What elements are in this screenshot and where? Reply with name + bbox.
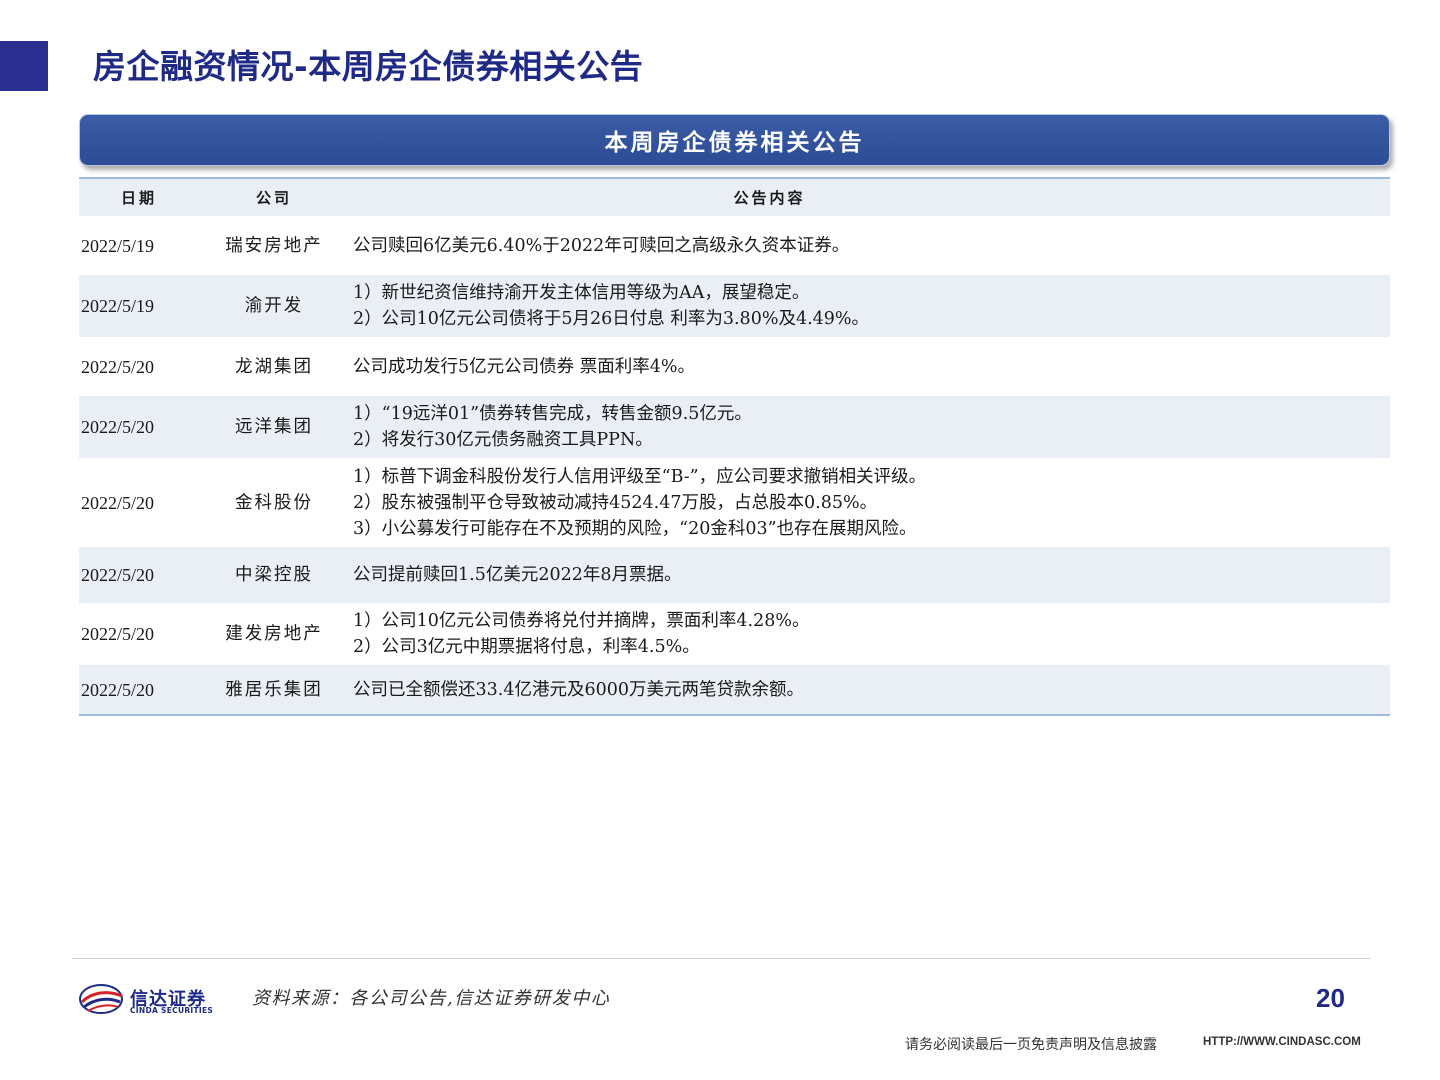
content-line: 1）公司10亿元公司债券将兑付并摘牌，票面利率4.28%。 bbox=[353, 611, 810, 631]
row-content: 公司提前赎回1.5亿美元2022年8月票据。 bbox=[339, 562, 1390, 588]
table-row: 2022/5/20 金科股份 1）标普下调金科股份发行人信用评级至“B-”，应公… bbox=[79, 458, 1390, 547]
content-line: 1）标普下调金科股份发行人信用评级至“B-”，应公司要求撤销相关评级。 bbox=[353, 466, 927, 487]
table-row: 2022/5/20 雅居乐集团 公司已全额偿还33.4亿港元及6000万美元两笔… bbox=[79, 665, 1390, 714]
column-header-company: 公司 bbox=[255, 188, 292, 207]
row-date: 2022/5/20 bbox=[81, 565, 155, 585]
content-line: 公司提前赎回1.5亿美元2022年8月票据。 bbox=[353, 565, 682, 585]
content-line: 2）将发行30亿元债务融资工具PPN。 bbox=[353, 430, 653, 450]
row-content: 公司成功发行5亿元公司债券 票面利率4%。 bbox=[339, 354, 1390, 380]
column-header-date: 日期 bbox=[120, 188, 157, 207]
row-date: 2022/5/19 bbox=[81, 296, 155, 316]
row-company: 中梁控股 bbox=[235, 565, 313, 585]
table-row: 2022/5/19 瑞安房地产 公司赎回6亿美元6.40%于2022年可赎回之高… bbox=[79, 216, 1390, 275]
table-row: 2022/5/20 建发房地产 1）公司10亿元公司债券将兑付并摘牌，票面利率4… bbox=[79, 603, 1390, 665]
content-line: 3）小公募发行可能存在不及预期的风险，“20金科03”也存在展期风险。 bbox=[353, 518, 917, 539]
table-row: 2022/5/20 龙湖集团 公司成功发行5亿元公司债券 票面利率4%。 bbox=[79, 337, 1390, 396]
row-company: 瑞安房地产 bbox=[225, 235, 323, 256]
content-line: 公司已全额偿还33.4亿港元及6000万美元两笔贷款余额。 bbox=[353, 679, 804, 700]
page-number: 20 bbox=[1316, 983, 1345, 1013]
content-line: 2）股东被强制平仓导致被动减持4524.47万股，占总股本0.85%。 bbox=[353, 492, 878, 513]
content-line: 2）公司10亿元公司债将于5月26日付息 利率为3.80%及4.49%。 bbox=[353, 309, 870, 329]
row-content: 1）标普下调金科股份发行人信用评级至“B-”，应公司要求撤销相关评级。 2）股东… bbox=[339, 464, 1390, 542]
content-line: 公司成功发行5亿元公司债券 票面利率4%。 bbox=[353, 356, 695, 377]
page-title: 房企融资情况-本周房企债券相关公告 bbox=[93, 47, 644, 86]
content-line: 1）“19远洋01”债券转售完成，转售金额9.5亿元。 bbox=[353, 404, 752, 424]
table-header-row: 日期 公司 公告内容 bbox=[79, 179, 1390, 216]
table-row: 2022/5/20 远洋集团 1）“19远洋01”债券转售完成，转售金额9.5亿… bbox=[79, 396, 1390, 458]
row-date: 2022/5/19 bbox=[81, 235, 155, 256]
row-content: 公司赎回6亿美元6.40%于2022年可赎回之高级永久资本证券。 bbox=[339, 233, 1390, 259]
footer-divider bbox=[72, 958, 1370, 959]
row-company: 建发房地产 bbox=[225, 624, 323, 644]
row-content: 1）“19远洋01”债券转售完成，转售金额9.5亿元。 2）将发行30亿元债务融… bbox=[339, 401, 1390, 453]
announcement-table: 日期 公司 公告内容 2022/5/19 瑞安房地产 公司赎回6亿美元6.40%… bbox=[79, 177, 1390, 716]
website-link[interactable]: HTTP://WWW.CINDASC.COM bbox=[1203, 1036, 1361, 1048]
table-banner: 本周房企债券相关公告 bbox=[79, 114, 1390, 166]
content-line: 公司赎回6亿美元6.40%于2022年可赎回之高级永久资本证券。 bbox=[353, 235, 850, 256]
table-row: 2022/5/19 渝开发 1）新世纪资信维持渝开发主体信用等级为AA，展望稳定… bbox=[79, 275, 1390, 337]
row-company: 远洋集团 bbox=[235, 417, 313, 437]
row-content: 公司已全额偿还33.4亿港元及6000万美元两笔贷款余额。 bbox=[339, 677, 1390, 703]
row-company: 雅居乐集团 bbox=[225, 679, 323, 700]
logo-text-english: CINDA SECURITIES bbox=[130, 1006, 214, 1015]
row-date: 2022/5/20 bbox=[81, 679, 155, 700]
source-note: 资料来源：各公司公告,信达证券研发中心 bbox=[252, 988, 611, 1009]
title-accent-block bbox=[0, 41, 48, 91]
row-company: 龙湖集团 bbox=[235, 356, 313, 377]
disclaimer-text[interactable]: 请务必阅读最后一页免责声明及信息披露 bbox=[905, 1034, 1157, 1054]
row-date: 2022/5/20 bbox=[81, 356, 155, 377]
table-row: 2022/5/20 中梁控股 公司提前赎回1.5亿美元2022年8月票据。 bbox=[79, 547, 1390, 603]
content-line: 2）公司3亿元中期票据将付息，利率4.5%。 bbox=[353, 637, 700, 657]
banner-title: 本周房企债券相关公告 bbox=[604, 130, 865, 156]
content-line: 1）新世纪资信维持渝开发主体信用等级为AA，展望稳定。 bbox=[353, 283, 810, 303]
row-content: 1）新世纪资信维持渝开发主体信用等级为AA，展望稳定。 2）公司10亿元公司债将… bbox=[339, 280, 1390, 332]
row-date: 2022/5/20 bbox=[81, 624, 155, 644]
column-header-content: 公告内容 bbox=[733, 188, 806, 207]
row-company: 金科股份 bbox=[235, 492, 313, 513]
row-company: 渝开发 bbox=[244, 296, 304, 316]
row-date: 2022/5/20 bbox=[81, 492, 155, 513]
row-date: 2022/5/20 bbox=[81, 417, 155, 437]
row-content: 1）公司10亿元公司债券将兑付并摘牌，票面利率4.28%。 2）公司3亿元中期票… bbox=[339, 608, 1390, 660]
